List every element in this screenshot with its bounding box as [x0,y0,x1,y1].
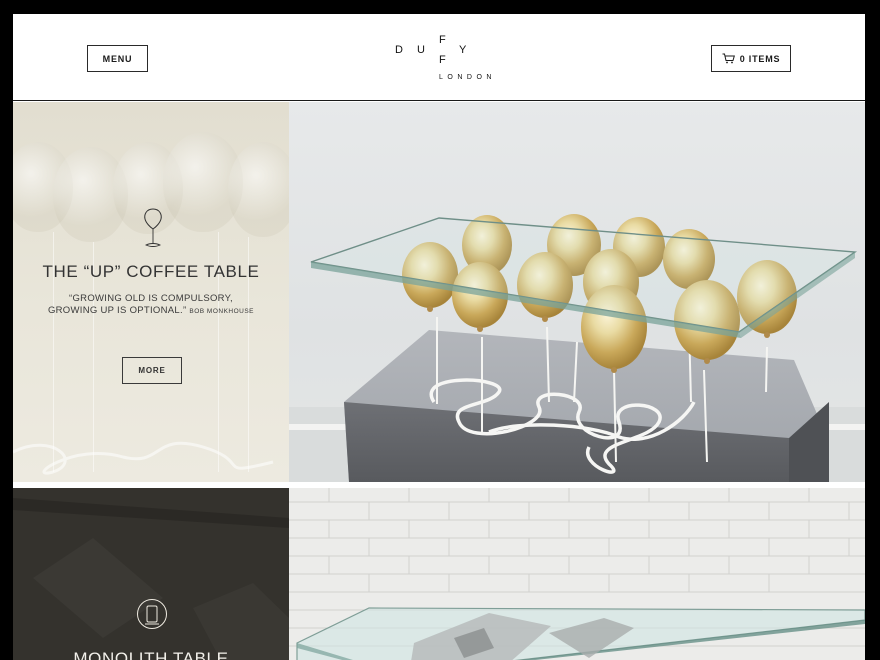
monolith-table-photo[interactable] [289,488,865,660]
up-coffee-table-photo[interactable] [289,102,865,482]
page: MENU D U F F Y LONDON 0 ITEMS THE “UP” C… [13,14,865,660]
product-title: MONOLITH TABLE [73,649,229,660]
background-balloon [228,142,289,237]
logo-letter-u: U [417,44,425,56]
logo-letter-d: D [395,44,403,56]
balloon-icon [144,208,162,247]
monolith-table-image [289,488,865,660]
cart-button[interactable]: 0 ITEMS [711,45,791,72]
duffy-london-logo[interactable]: D U F F Y LONDON [393,34,503,86]
product-title: THE “UP” COFFEE TABLE [42,262,260,281]
product-quote: “GROWING OLD IS COMPULSORY, GROWING UP I… [43,293,259,318]
quote-author: BOB MONKHOUSE [189,308,255,315]
background-table-base [13,441,274,475]
site-header: MENU D U F F Y LONDON 0 ITEMS [13,14,865,101]
logo-letter-f2: F [439,54,446,66]
logo-letter-f1: F [439,34,446,46]
monolith-table-panel: MONOLITH TABLE [13,488,289,660]
up-coffee-table-panel: THE “UP” COFFEE TABLE “GROWING OLD IS CO… [13,102,289,482]
logo-letter-y: Y [459,44,467,56]
up-coffee-table-image [289,214,865,482]
cart-icon [722,53,735,64]
monolith-icon [137,599,167,629]
menu-button[interactable]: MENU [87,45,148,72]
cart-count-label: 0 ITEMS [739,53,781,64]
logo-subtitle: LONDON [439,74,496,81]
more-button[interactable]: MORE [122,357,182,384]
background-monolith-shapes [13,498,289,660]
